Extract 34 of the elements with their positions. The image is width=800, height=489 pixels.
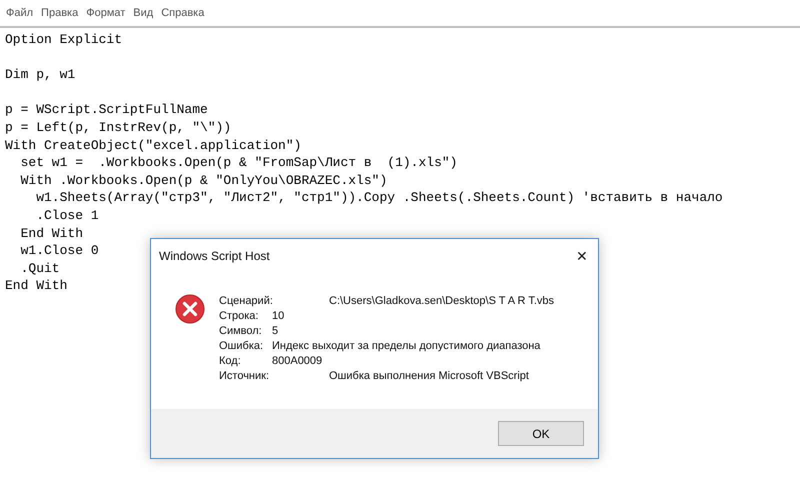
code-line: p = Left(p, InstrRev(p, "\")) [5,118,232,137]
field-label: Источник: [219,369,270,384]
field-label: Код: [219,354,242,369]
field-value: 10 [272,309,284,324]
code-line: p = WScript.ScriptFullName [5,101,208,119]
code-line: With CreateObject("excel.application") [5,136,302,154]
menu-item[interactable]: Формат [82,7,130,26]
code-line: w1.Close 0 [20,242,99,260]
field-value: Ошибка выполнения Microsoft VBScript [329,369,529,384]
field-label: Строка: [219,309,260,324]
field-value: Индекс выходит за пределы допустимого диапазона [272,339,540,354]
close-button[interactable]: ✕ [576,248,588,264]
code-line: .Quit [20,260,60,278]
error-icon [175,294,205,324]
field-label: Символ: [219,324,263,339]
code-line: Option Explicit [5,31,122,49]
code-line: End With [20,224,84,242]
code-line: End With [5,277,68,295]
field-value: C:\Users\Gladkova.sen\Desktop\S T A R T.vbs [329,294,554,309]
code-line: .Close 1 [35,206,99,225]
menu-item[interactable]: Файл [2,7,38,26]
code-line: With .Workbooks.Open(p & "OnlyYou\OBRAZEC.xls") [20,172,388,190]
code-line: w1.Sheets(Array("стр3", "Лист2", "стр1")).Copy .Sheets(.Sheets.Count) 'вставить в начало [35,189,723,207]
code-line: set w1 = .Workbooks.Open(p & "FromSap\Лист в (1).xls") [20,154,458,172]
menu-item[interactable]: Справка [157,7,208,26]
dialog-title: Windows Script Host [159,248,270,262]
field-label: Ошибка: [219,339,264,354]
field-value: 5 [272,324,278,339]
menu-item[interactable]: Вид [129,7,158,26]
menu-item[interactable]: Правка [37,7,82,26]
field-label: Сценарий: [219,294,274,309]
field-value: 800A0009 [272,354,322,369]
code-line: Dim p, w1 [5,66,76,84]
ok-button[interactable]: OK [498,421,584,446]
